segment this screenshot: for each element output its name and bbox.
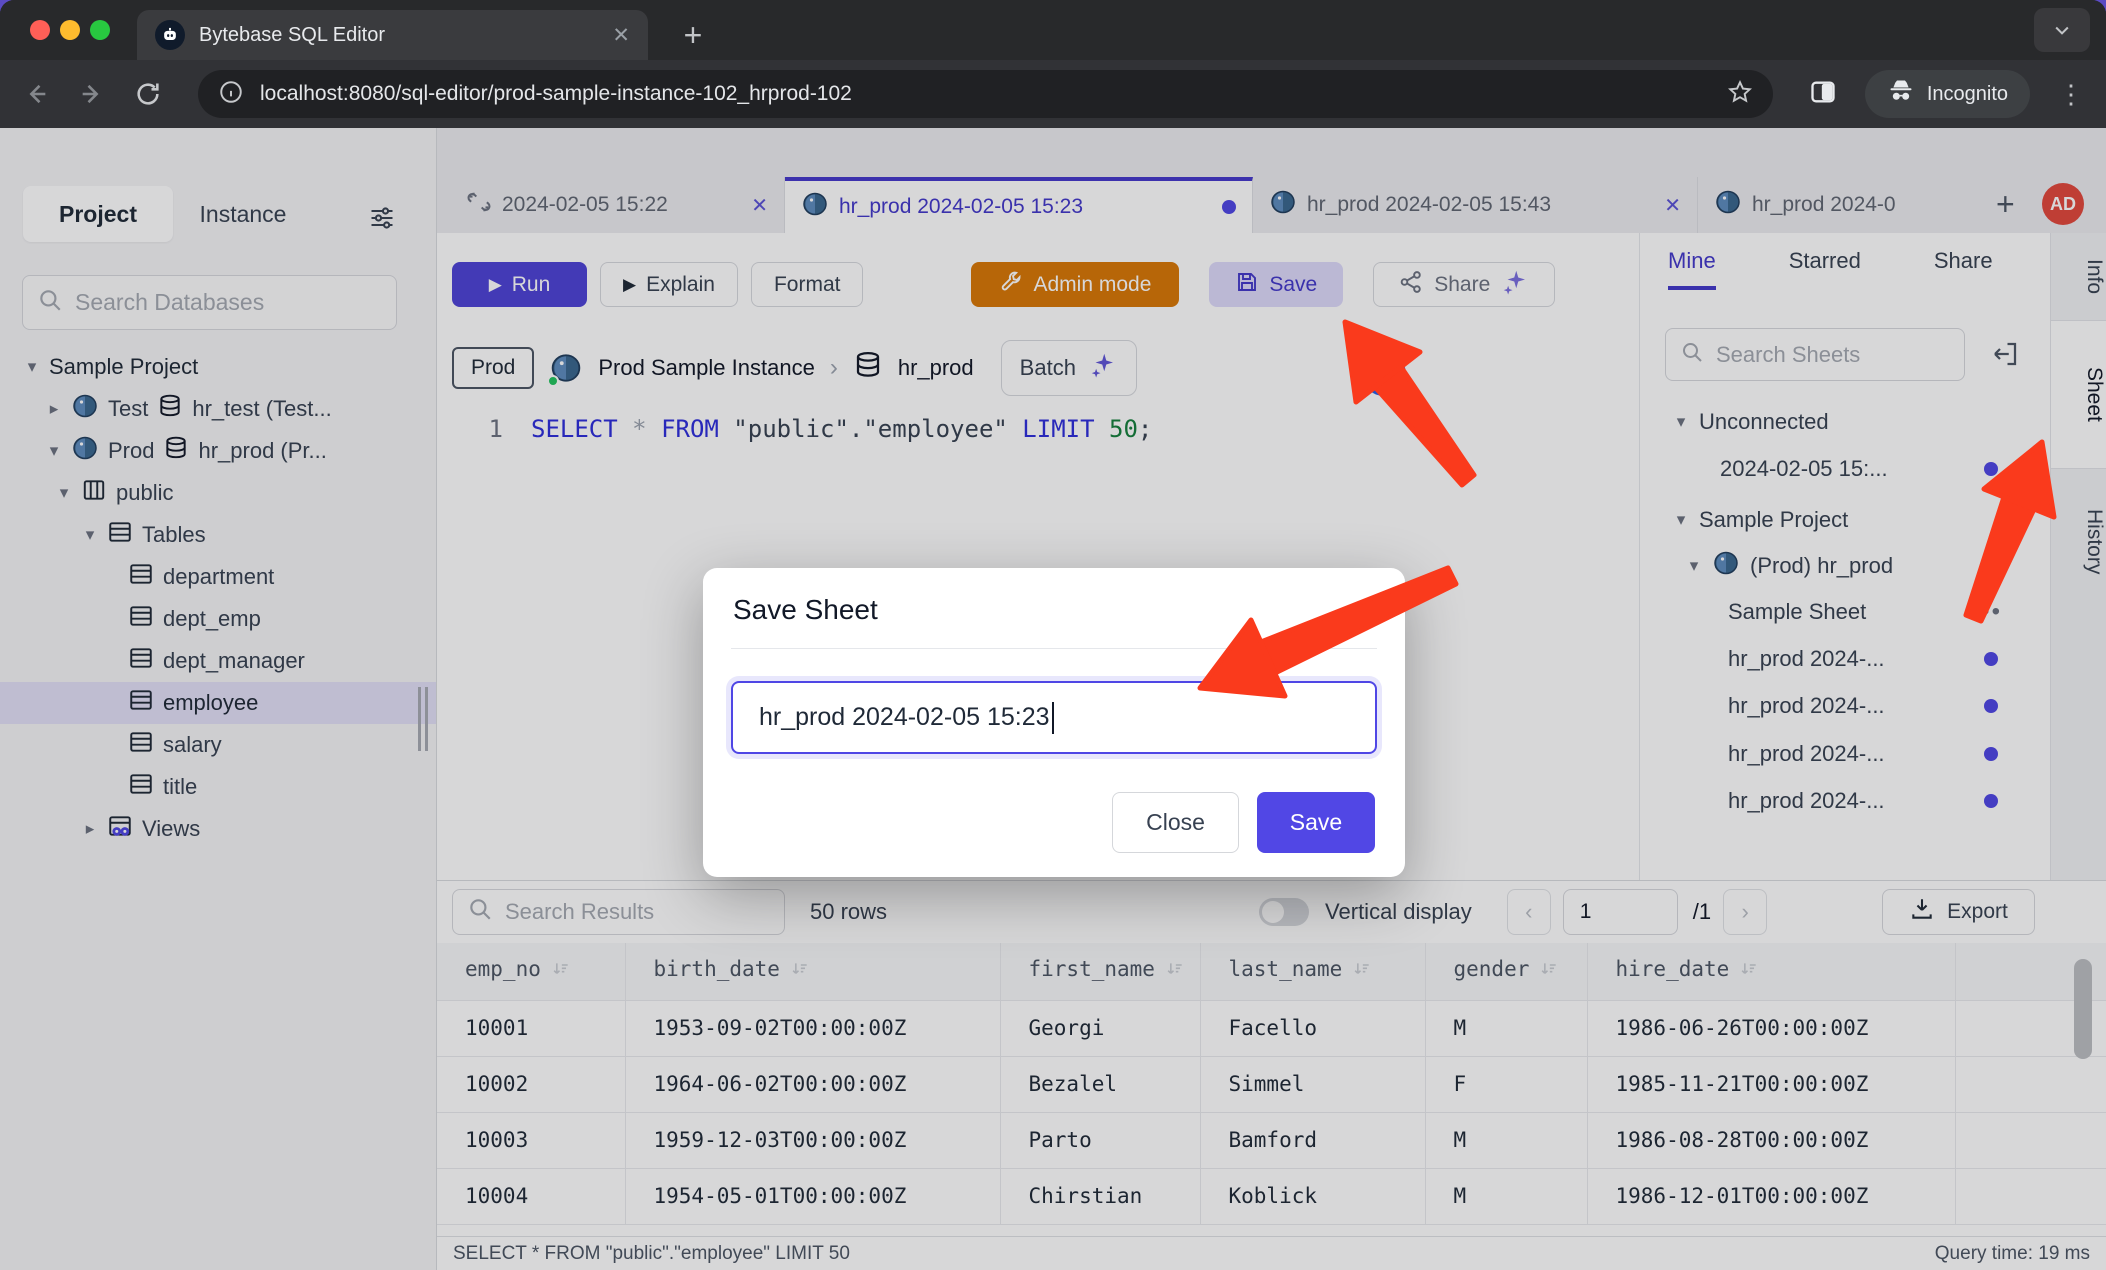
- maximize-window-button[interactable]: [90, 20, 110, 40]
- save-sheet-dialog: Save Sheet ✕ hr_prod 2024-02-05 15:23 Cl…: [703, 568, 1405, 877]
- dialog-title: Save Sheet: [733, 594, 878, 626]
- dialog-divider: [731, 648, 1377, 649]
- address-bar[interactable]: localhost:8080/sql-editor/prod-sample-in…: [198, 70, 1773, 118]
- url-text: localhost:8080/sql-editor/prod-sample-in…: [260, 82, 1711, 106]
- browser-tab-title: Bytebase SQL Editor: [199, 24, 598, 47]
- text-cursor: [1052, 702, 1054, 734]
- browser-toolbar: localhost:8080/sql-editor/prod-sample-in…: [0, 60, 2106, 128]
- site-info-icon[interactable]: [218, 79, 244, 110]
- close-dialog-icon[interactable]: ✕: [1352, 595, 1375, 626]
- new-tab-button[interactable]: +: [672, 14, 714, 56]
- macos-traffic-lights: [30, 20, 110, 40]
- bookmark-star-icon[interactable]: [1727, 79, 1753, 110]
- side-panel-icon[interactable]: [1809, 78, 1837, 111]
- close-tab-icon[interactable]: ✕: [612, 23, 630, 48]
- close-window-button[interactable]: [30, 20, 50, 40]
- browser-tab-strip: Bytebase SQL Editor ✕ +: [0, 0, 2106, 60]
- incognito-icon: [1887, 77, 1915, 111]
- incognito-label: Incognito: [1927, 83, 2008, 106]
- modal-save-button[interactable]: Save: [1257, 792, 1375, 853]
- reload-icon[interactable]: [134, 80, 162, 108]
- minimize-window-button[interactable]: [60, 20, 80, 40]
- tab-search-chevron-button[interactable]: [2034, 8, 2090, 52]
- bytebase-favicon-icon: [155, 20, 185, 50]
- sheet-name-value: hr_prod 2024-02-05 15:23: [759, 703, 1050, 732]
- forward-icon[interactable]: [78, 80, 106, 108]
- back-icon[interactable]: [22, 80, 50, 108]
- browser-menu-icon[interactable]: ⋮: [2058, 79, 2084, 110]
- browser-window: Bytebase SQL Editor ✕ + localhost:8080/s…: [0, 0, 2106, 1270]
- browser-tab[interactable]: Bytebase SQL Editor ✕: [137, 10, 648, 60]
- close-button[interactable]: Close: [1112, 792, 1239, 853]
- sheet-name-input[interactable]: hr_prod 2024-02-05 15:23: [731, 681, 1377, 754]
- incognito-badge: Incognito: [1865, 70, 2030, 118]
